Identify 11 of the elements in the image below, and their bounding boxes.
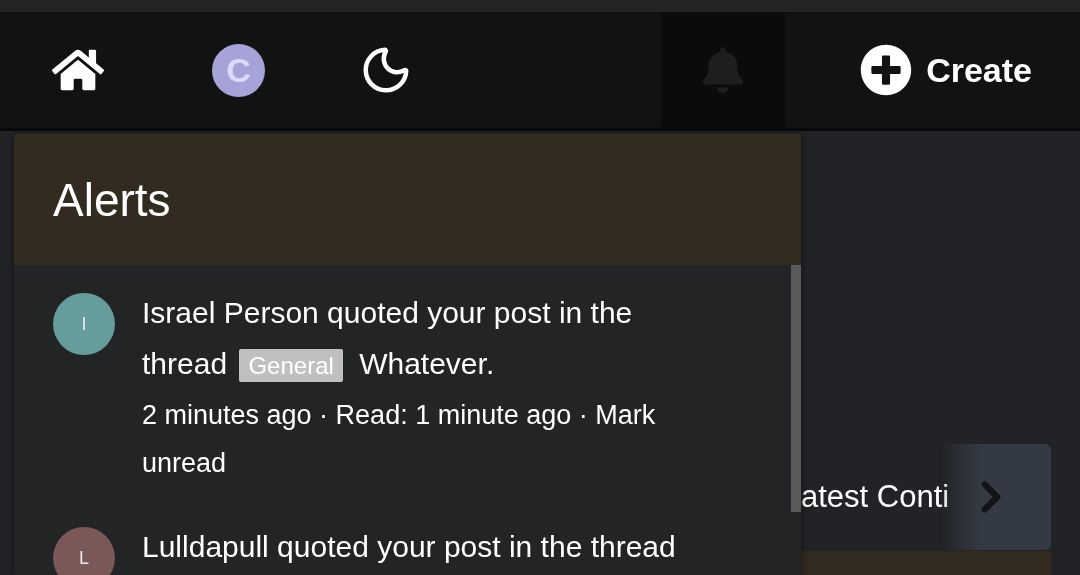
alert-text: Lulldapull quoted your post in the thread	[142, 529, 677, 565]
tab-label[interactable]: atest Conti	[801, 479, 966, 515]
plus-icon	[860, 44, 913, 96]
user-avatar[interactable]: L	[53, 527, 115, 575]
scrollbar[interactable]	[791, 265, 801, 512]
panel-title: Alerts	[53, 172, 171, 227]
alert-text: Israel Person quoted your post in the thread General Whatever.	[142, 295, 634, 384]
tag-badge: General	[239, 349, 343, 382]
create-button[interactable]: Create	[860, 44, 1032, 96]
user-avatar[interactable]: I	[53, 293, 115, 355]
alert-meta: 2 minutes ago · Read: 1 minute ago · Mark unread	[142, 399, 657, 480]
